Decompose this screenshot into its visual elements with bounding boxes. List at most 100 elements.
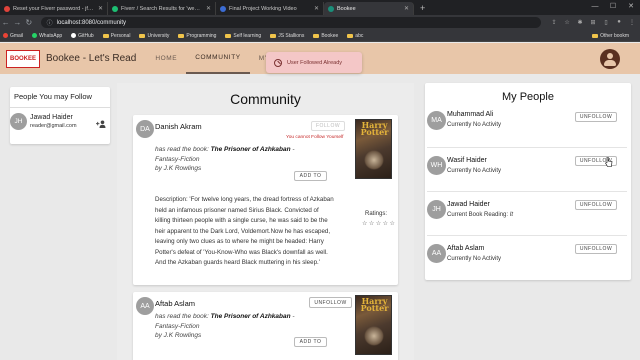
bookmark-label: JS Stallions [278, 32, 305, 39]
bookmark-label: Other bookm [600, 32, 629, 39]
unfollow-button[interactable]: UNFOLLOW [309, 297, 352, 308]
menu-icon[interactable]: ⋮ [627, 19, 637, 27]
error-toast: User Followed Already [266, 52, 362, 73]
suggested-person: JH Jawad Haider reader@gmail.com [10, 108, 110, 130]
follow-button[interactable]: FOLLOW [311, 121, 345, 131]
panel-title: My People [502, 91, 554, 103]
person-status: Current Book Reading: It [447, 212, 514, 218]
person-name[interactable]: Aftab Aslam [447, 245, 484, 252]
unfollow-button[interactable]: UNFOLLOW [575, 112, 617, 122]
add-to-button[interactable]: ADD TO [294, 337, 327, 347]
browser-tab-bar: Reset your Fiverr password - jfu... ✕ Fiv… [0, 0, 640, 15]
person-name[interactable]: Jawad Haider [447, 201, 490, 208]
close-icon[interactable]: ✕ [404, 5, 409, 12]
avatar: MA [427, 111, 446, 130]
rating-stars[interactable]: ☆☆☆☆☆ [362, 220, 396, 227]
vue-favicon-icon [328, 5, 334, 12]
folder-icon [178, 33, 185, 38]
bookmark-label: GitHub [78, 32, 94, 39]
bookmarks-bar: Gmail WhatsApp GitHub Personal University Pro… [0, 30, 640, 42]
maximize-icon[interactable]: ☐ [604, 0, 622, 14]
browser-tab[interactable]: Fiverr / Search Results for 'web d... ✕ [108, 2, 216, 15]
cover-art [364, 150, 384, 170]
browser-tab[interactable]: Final Project Working Video ✕ [216, 2, 324, 15]
bookmark-label: Programming [186, 32, 217, 39]
avatar: WH [427, 156, 446, 175]
activity-card: DA Danish Akram FOLLOW You cannot Follow… [133, 115, 398, 285]
share-icon[interactable]: ⇪ [549, 19, 559, 27]
avatar: AA [136, 297, 154, 315]
info-icon[interactable]: ⓘ [47, 18, 53, 27]
bookmark-item[interactable]: University [139, 33, 169, 39]
bookmark-item[interactable]: Bookee [313, 33, 338, 39]
back-icon[interactable]: ← [0, 18, 12, 27]
book-title[interactable]: The Prisoner of Azhkaban [211, 313, 291, 320]
book-title[interactable]: The Prisoner of Azhkaban [211, 146, 291, 153]
bookmark-item[interactable]: Self learning [225, 33, 261, 39]
add-person-icon[interactable] [96, 120, 106, 128]
other-bookmarks[interactable]: Other bookm [592, 33, 629, 39]
read-activity: has read the book: The Prisoner of Azhka… [155, 313, 295, 330]
person-name[interactable]: Jawad Haider [30, 114, 77, 121]
profile-icon[interactable]: ● [614, 19, 624, 27]
person-status: Currently No Activity [447, 122, 502, 128]
person-status: Currently No Activity [447, 168, 502, 174]
toast-message: User Followed Already [287, 59, 343, 66]
new-tab-button[interactable]: + [414, 3, 425, 13]
add-to-button[interactable]: ADD TO [294, 171, 327, 181]
folder-icon [592, 33, 599, 38]
bookmark-item[interactable]: abc [347, 33, 363, 39]
browser-tab[interactable]: Reset your Fiverr password - jfu... ✕ [0, 2, 108, 15]
bookmark-icon [32, 33, 38, 38]
app-title: Bookee - Let's Read [46, 53, 137, 64]
bookmark-label: Bookee [321, 32, 339, 39]
bookmark-item[interactable]: JS Stallions [270, 33, 304, 39]
nav-home[interactable]: HOME [146, 43, 186, 74]
community-section: Community DA Danish Akram FOLLOW You can… [117, 83, 414, 360]
user-name[interactable]: Danish Akram [155, 122, 202, 131]
person-name[interactable]: Wasif Haider [447, 157, 487, 164]
sidebar-icon[interactable]: ▯ [601, 19, 611, 27]
close-icon[interactable]: ✕ [98, 5, 103, 12]
nav-community[interactable]: COMMUNITY [186, 43, 250, 74]
activity-card: AA Aftab Aslam UNFOLLOW has read the boo… [133, 292, 398, 360]
follow-warning: You cannot Follow Yourself [286, 135, 344, 140]
account-avatar[interactable] [600, 49, 620, 69]
cover-art [364, 326, 384, 346]
window-controls: — ☐ ✕ [586, 0, 640, 14]
bookmark-item[interactable]: Personal [102, 33, 130, 39]
page-title: Community [230, 91, 301, 107]
book-cover[interactable]: Harry Potter [355, 119, 392, 179]
bookmark-item[interactable]: GitHub [71, 33, 94, 39]
bookmark-item[interactable]: Programming [178, 33, 216, 39]
following-person: JH Jawad Haider Current Book Reading: It… [427, 191, 627, 219]
avatar: DA [136, 120, 154, 138]
browser-tab-active[interactable]: Bookee ✕ [324, 2, 414, 15]
docs-favicon-icon [220, 5, 226, 12]
person-name[interactable]: Muhammad Ali [447, 111, 493, 118]
puzzle-icon[interactable]: ⊞ [588, 19, 598, 27]
bookee-logo[interactable]: BOOKEE [6, 49, 40, 68]
user-name[interactable]: Aftab Aslam [155, 299, 195, 308]
extension-icon[interactable]: ✱ [575, 19, 585, 27]
unfollow-button[interactable]: UNFOLLOW [575, 244, 617, 254]
star-icon[interactable]: ☆ [562, 19, 572, 27]
minimize-icon[interactable]: — [586, 0, 604, 14]
ratings-label: Ratings: [365, 211, 388, 217]
book-cover[interactable]: Harry Potter [355, 295, 392, 355]
gmail-favicon-icon [4, 5, 10, 12]
unfollow-button[interactable]: UNFOLLOW [575, 200, 617, 210]
forward-icon[interactable]: → [12, 18, 24, 27]
close-window-icon[interactable]: ✕ [622, 0, 640, 14]
close-icon[interactable]: ✕ [314, 5, 319, 12]
book-author: by J.K Rowlings [155, 165, 202, 172]
bookmark-icon [71, 33, 77, 38]
close-icon[interactable]: ✕ [206, 5, 211, 12]
reload-icon[interactable]: ↻ [23, 18, 35, 27]
people-you-may-follow-panel: People You may Follow JH Jawad Haider re… [10, 87, 110, 144]
tab-title: Fiverr / Search Results for 'web d... [121, 5, 203, 12]
bookmark-item[interactable]: Gmail [3, 33, 23, 39]
address-bar[interactable]: ⓘ localhost:8080/community [40, 17, 542, 28]
bookmark-item[interactable]: WhatsApp [32, 33, 62, 39]
folder-icon [139, 33, 146, 38]
